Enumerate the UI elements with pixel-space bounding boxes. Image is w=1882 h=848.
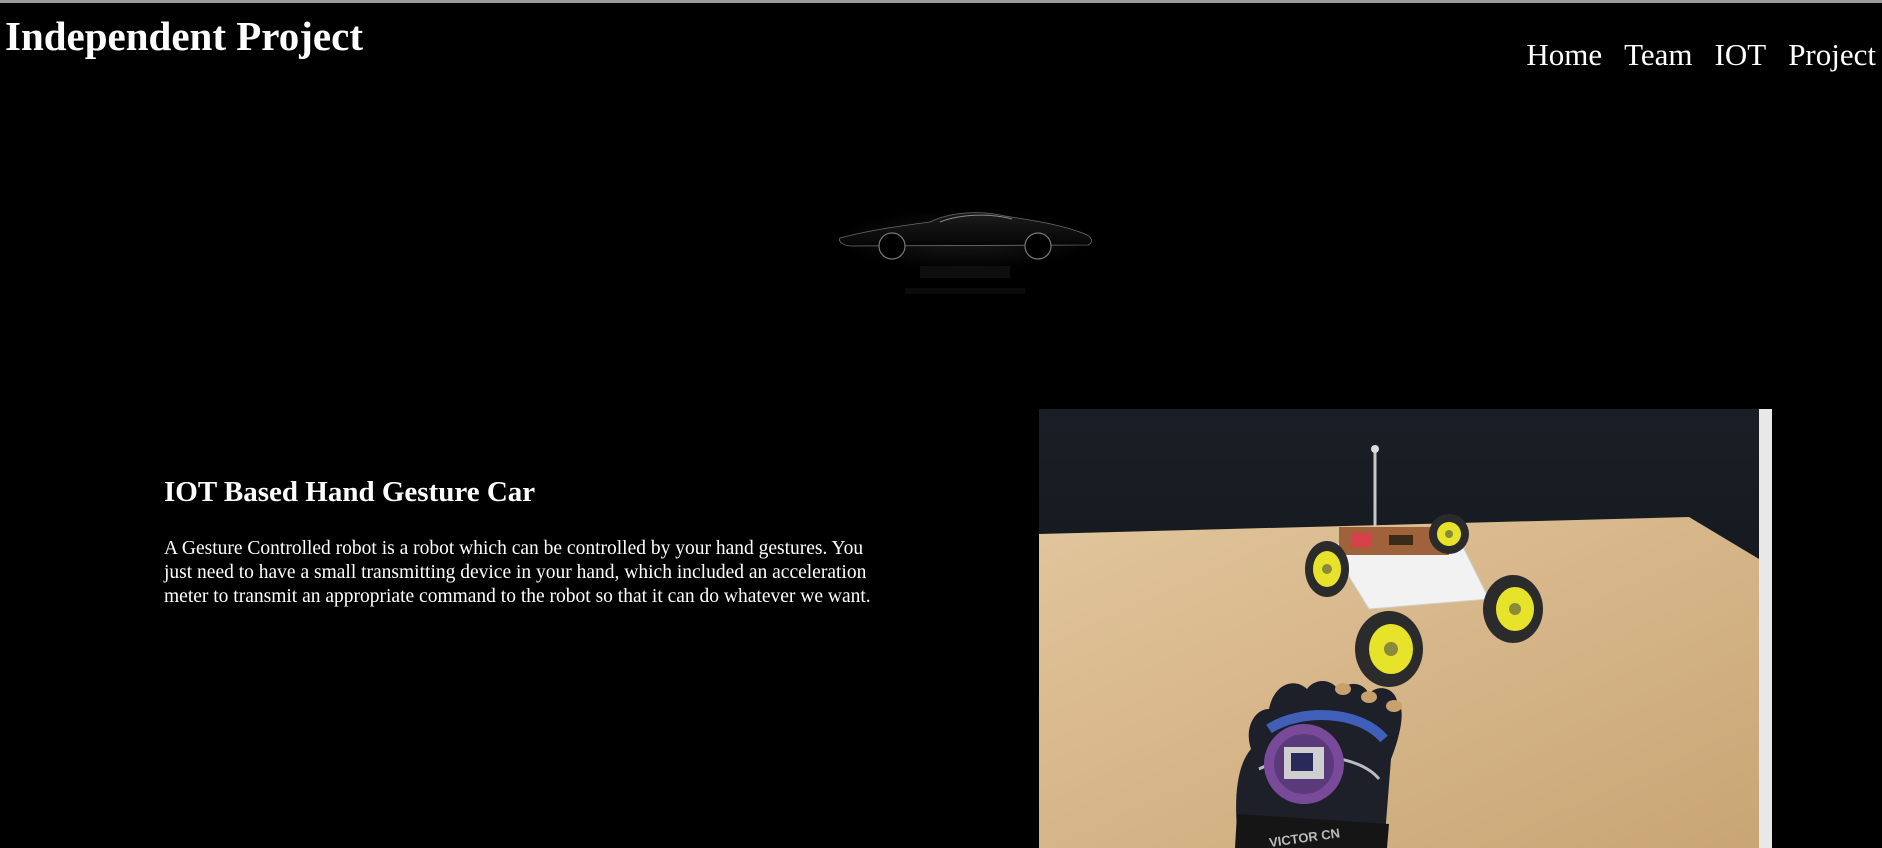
nav-link-iot[interactable]: IOT — [1715, 34, 1767, 76]
site-title: Independent Project — [5, 13, 363, 59]
robot-car-photo: VICTOR CN — [1039, 409, 1772, 848]
window-top-border — [0, 0, 1882, 3]
nav-link-home[interactable]: Home — [1526, 34, 1602, 76]
nav-link-team[interactable]: Team — [1624, 34, 1692, 76]
project-heading: IOT Based Hand Gesture Car — [164, 476, 536, 508]
project-description: A Gesture Controlled robot is a robot wh… — [164, 538, 871, 607]
nav-link-project[interactable]: Project — [1788, 34, 1876, 76]
sports-car-silhouette-icon — [830, 200, 1100, 320]
main-nav: Home Team IOT Project — [1526, 34, 1876, 76]
